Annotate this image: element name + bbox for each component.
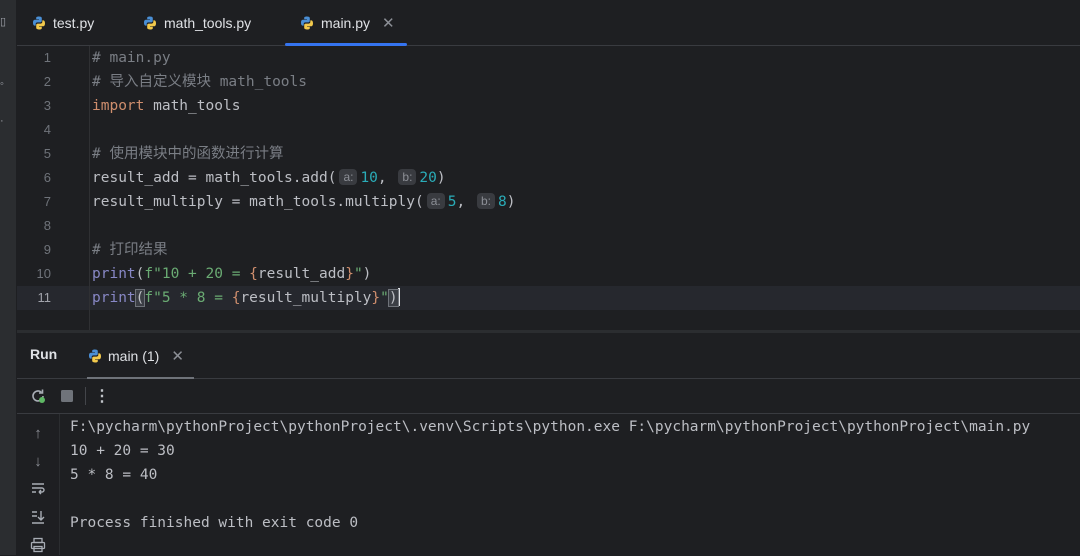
tab-main-py[interactable]: main.py ✕ xyxy=(285,0,407,46)
line-number: 4 xyxy=(43,122,51,137)
code-text: result_add = math_tools.add( xyxy=(92,170,337,186)
line-number: 9 xyxy=(43,242,51,257)
builtin-function: print xyxy=(92,290,136,306)
line-number: 3 xyxy=(43,98,51,113)
param-hint: b: xyxy=(476,193,495,209)
fstring-brace: } xyxy=(371,290,381,306)
code-line-1: # main.py xyxy=(92,46,171,70)
number: 10 xyxy=(360,170,378,186)
param-hint: a: xyxy=(426,193,445,209)
run-panel-header: Run main (1) ✕ xyxy=(17,333,1080,379)
fstring-brace: { xyxy=(249,266,258,282)
code-editor[interactable]: 1 2 3 4 5 6 7 8 9 10 11 # main.py # 导入自定… xyxy=(17,46,1080,330)
code-text: result_multiply = math_tools.multiply( xyxy=(92,194,424,210)
run-tab-label: main (1) xyxy=(108,347,160,364)
param-hint: a: xyxy=(339,169,358,185)
python-file-icon xyxy=(33,16,45,29)
toolbar-separator xyxy=(85,387,86,405)
line-number: 1 xyxy=(43,50,51,65)
run-tab-main[interactable]: main (1) ✕ xyxy=(87,333,194,379)
more-vertical-icon: ⋮ xyxy=(94,388,110,405)
console-line: F:\pycharm\pythonProject\pythonProject\.… xyxy=(70,419,1031,435)
arrow-up-icon[interactable]: ↑ xyxy=(27,422,49,444)
stop-button[interactable] xyxy=(56,385,78,407)
tab-label: main.py xyxy=(321,14,371,31)
matched-bracket: ) xyxy=(387,289,399,307)
string: " xyxy=(380,290,389,306)
indent-guide xyxy=(89,46,90,330)
line-number-gutter: 1 2 3 4 5 6 7 8 9 10 11 xyxy=(17,46,67,330)
strip-mark: ◦ xyxy=(0,78,4,90)
code-line-10: print(f"10 + 20 = {result_add}") xyxy=(92,262,371,286)
line-number: 2 xyxy=(43,74,51,89)
line-number: 7 xyxy=(43,194,51,209)
strip-mark: · xyxy=(0,115,4,127)
line-number-current: 11 xyxy=(37,290,52,305)
console-side-toolbar: ↑ ↓ xyxy=(17,414,60,555)
code-line-9: # 打印结果 xyxy=(92,238,167,262)
close-icon[interactable]: ✕ xyxy=(171,347,184,365)
number: 8 xyxy=(497,194,507,210)
string: " xyxy=(353,266,363,282)
run-panel: Run main (1) ✕ ⋮ ↑ ↓ F:\pycharm\pythonPr… xyxy=(17,333,1080,555)
editor-tab-bar: test.py math_tools.py main.py ✕ xyxy=(17,0,1080,46)
arrow-down-icon[interactable]: ↓ xyxy=(27,450,49,472)
code-text: , xyxy=(456,194,474,210)
run-toolbar: ⋮ xyxy=(17,379,1080,414)
code-line-11: print(f"5 * 8 = {result_multiply}") xyxy=(92,286,400,310)
code-line-6: result_add = math_tools.add(a: 10, b: 20) xyxy=(92,166,446,190)
param-hint: b: xyxy=(398,169,417,185)
python-file-icon xyxy=(301,16,313,29)
rerun-icon xyxy=(32,389,45,403)
comment: # 打印结果 xyxy=(92,242,168,258)
code-line-7: result_multiply = math_tools.multiply(a:… xyxy=(92,190,515,214)
python-file-icon xyxy=(89,349,101,362)
string: f"10 + 20 = xyxy=(144,266,250,282)
fstring-brace: } xyxy=(345,266,354,282)
line-number: 10 xyxy=(36,266,51,281)
line-number: 5 xyxy=(43,146,51,161)
module-name: math_tools xyxy=(144,98,241,114)
variable: result_multiply xyxy=(240,290,372,306)
print-icon[interactable] xyxy=(27,534,49,556)
code-text: , xyxy=(377,170,396,186)
builtin-function: print xyxy=(92,266,136,282)
keyword: import xyxy=(92,98,145,114)
number: 20 xyxy=(419,170,437,186)
tab-label: test.py xyxy=(53,14,95,31)
run-panel-title: Run xyxy=(30,346,58,362)
more-options-button[interactable]: ⋮ xyxy=(91,385,113,407)
python-file-icon xyxy=(144,16,156,29)
console-line: 5 * 8 = 40 xyxy=(70,467,158,483)
soft-wrap-icon[interactable] xyxy=(27,478,49,500)
stop-icon xyxy=(61,390,73,402)
line-number: 8 xyxy=(43,218,51,233)
console-output[interactable]: F:\pycharm\pythonProject\pythonProject\.… xyxy=(70,415,1080,535)
console-line: 10 + 20 = 30 xyxy=(70,443,175,459)
code-text: ) xyxy=(362,266,372,282)
code-text: ) xyxy=(436,170,446,186)
comment: # 使用模块中的函数进行计算 xyxy=(92,146,284,162)
tab-math-tools-py[interactable]: math_tools.py xyxy=(142,0,251,45)
tab-label: math_tools.py xyxy=(164,14,252,31)
code-line-2: # 导入自定义模块 math_tools xyxy=(92,70,307,94)
console-line: Process finished with exit code 0 xyxy=(70,515,359,531)
line-number: 6 xyxy=(43,170,51,185)
code-line-5: # 使用模块中的函数进行计算 xyxy=(92,142,283,166)
tab-test-py[interactable]: test.py xyxy=(31,0,94,45)
comment: # 导入自定义模块 math_tools xyxy=(92,74,307,90)
close-icon[interactable]: ✕ xyxy=(382,14,395,32)
scroll-to-end-icon[interactable] xyxy=(27,506,49,528)
variable: result_add xyxy=(257,266,346,282)
text-caret xyxy=(397,288,400,306)
comment: # main.py xyxy=(92,50,171,66)
rerun-button[interactable] xyxy=(27,385,49,407)
code-text: ) xyxy=(506,194,516,210)
code-line-3: import math_tools xyxy=(92,94,240,118)
string: f"5 * 8 = xyxy=(144,290,232,306)
strip-mark: ▯ xyxy=(0,16,7,28)
